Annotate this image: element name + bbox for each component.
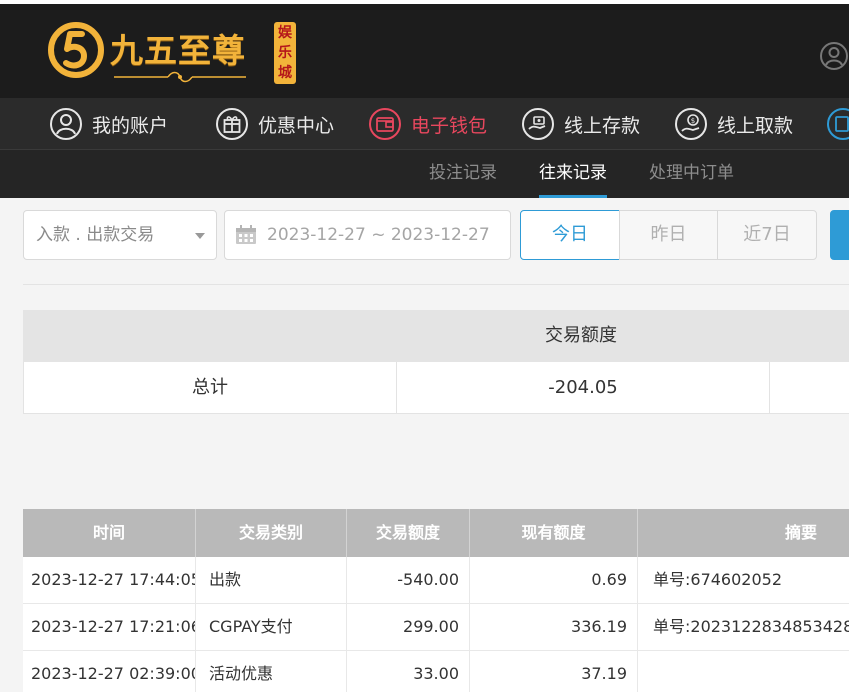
cell-amount: -540.00 — [347, 557, 470, 603]
logo-ornament — [114, 71, 246, 83]
filter-bar: 入款 . 出款交易 2023-12-27 ~ 2023-12-27 今日 昨日 … — [0, 210, 849, 260]
brand-vertical-char: 乐 — [278, 45, 292, 61]
top-header: 九五至尊 娱 乐 城 — [0, 0, 849, 98]
summary-row: 总计 -204.05 — [23, 362, 849, 414]
cell-time: 2023-12-27 17:21:06 — [23, 604, 196, 650]
select-value: 入款 . 出款交易 — [36, 225, 155, 245]
table-row: 2023-12-27 02:39:00 活动优惠 33.00 37.19 — [23, 651, 849, 692]
nav-item-withdraw[interactable]: $ 线上取款 — [674, 98, 793, 150]
brand-vertical-char: 城 — [278, 65, 292, 81]
deposit-icon — [522, 108, 554, 140]
user-account-icon[interactable] — [819, 41, 849, 71]
summary-row-label: 总计 — [24, 362, 397, 413]
nav-item-wallet[interactable]: 电子钱包 — [368, 98, 487, 150]
cell-type: 出款 — [196, 557, 347, 603]
tab-transaction-records[interactable]: 往来记录 — [539, 150, 607, 198]
wallet-icon — [369, 108, 401, 140]
cell-balance: 37.19 — [470, 651, 638, 692]
tab-pending-orders[interactable]: 处理中订单 — [649, 150, 734, 198]
records-table: 时间 交易类别 交易额度 现有额度 摘要 2023-12-27 17:44:05… — [23, 509, 849, 692]
summary-header: 交易额度 — [23, 310, 849, 362]
transaction-type-select[interactable]: 入款 . 出款交易 — [23, 210, 217, 260]
summary-header-label: 交易额度 — [545, 325, 617, 346]
brand-vertical-char: 娱 — [278, 25, 292, 41]
records-header: 时间 交易类别 交易额度 现有额度 摘要 — [23, 509, 849, 557]
brand-logo[interactable]: 九五至尊 娱 乐 城 — [46, 18, 298, 88]
summary-table: 交易额度 总计 -204.05 — [23, 310, 849, 414]
nav-item-label: 我的账户 — [92, 114, 169, 137]
table-row: 2023-12-27 17:21:06 CGPAY支付 299.00 336.1… — [23, 604, 849, 651]
last-7-days-button[interactable]: 近7日 — [717, 210, 817, 260]
cell-type: 活动优惠 — [196, 651, 347, 692]
nav-item-more[interactable] — [826, 98, 849, 150]
nav-item-account[interactable]: 我的账户 — [49, 98, 168, 150]
nav-item-label: 电子钱包 — [411, 114, 488, 137]
cell-memo: 单号:674602052 — [653, 570, 783, 589]
table-row: 2023-12-27 17:44:05 出款 -540.00 0.69 单号:6… — [23, 557, 849, 604]
nav-item-label: 线上取款 — [717, 114, 794, 137]
date-range-value: 2023-12-27 ~ 2023-12-27 — [267, 225, 490, 245]
cell-balance: 336.19 — [470, 604, 638, 650]
nav-item-label: 线上存款 — [564, 114, 641, 137]
partial-nav-icon — [827, 108, 849, 140]
cell-balance: 0.69 — [470, 557, 638, 603]
caret-down-icon — [195, 233, 205, 239]
cell-time: 2023-12-27 02:39:00 — [23, 651, 196, 692]
tab-bet-records[interactable]: 投注记录 — [429, 150, 497, 198]
nav-item-label: 优惠中心 — [258, 114, 335, 137]
cell-amount: 33.00 — [347, 651, 470, 692]
today-button[interactable]: 今日 — [520, 210, 620, 260]
gift-icon — [216, 108, 248, 140]
divider — [23, 284, 849, 285]
cell-amount: 299.00 — [347, 604, 470, 650]
svg-text:$: $ — [691, 117, 695, 125]
column-header-time: 时间 — [23, 509, 196, 557]
search-button[interactable] — [830, 210, 849, 260]
cell-type: CGPAY支付 — [196, 604, 347, 650]
column-header-type: 交易类别 — [196, 509, 347, 557]
brand-title: 九五至尊 — [110, 31, 246, 70]
main-nav: 我的账户 优惠中心 电子钱包 线上存款 $ 线上取款 — [0, 98, 849, 150]
column-header-memo: 摘要 — [785, 523, 818, 542]
yesterday-button[interactable]: 昨日 — [619, 210, 718, 260]
withdraw-icon: $ — [675, 108, 707, 140]
cell-memo: 单号:20231228348534281 — [653, 617, 849, 636]
nav-item-promotions[interactable]: 优惠中心 — [215, 98, 334, 150]
column-header-balance: 现有额度 — [470, 509, 638, 557]
nav-item-deposit[interactable]: 线上存款 — [521, 98, 640, 150]
cell-memo — [638, 651, 849, 692]
summary-total-amount: -204.05 — [397, 362, 770, 413]
date-range-picker[interactable]: 2023-12-27 ~ 2023-12-27 — [224, 210, 511, 260]
logo-badge-icon — [48, 22, 104, 78]
user-circle-icon — [50, 108, 82, 140]
cell-time: 2023-12-27 17:44:05 — [23, 557, 196, 603]
column-header-amount: 交易额度 — [347, 509, 470, 557]
calendar-icon — [236, 225, 256, 244]
brand-vertical-label: 娱 乐 城 — [274, 22, 296, 84]
sub-nav: 投注记录 往来记录 处理中订单 — [0, 150, 849, 198]
